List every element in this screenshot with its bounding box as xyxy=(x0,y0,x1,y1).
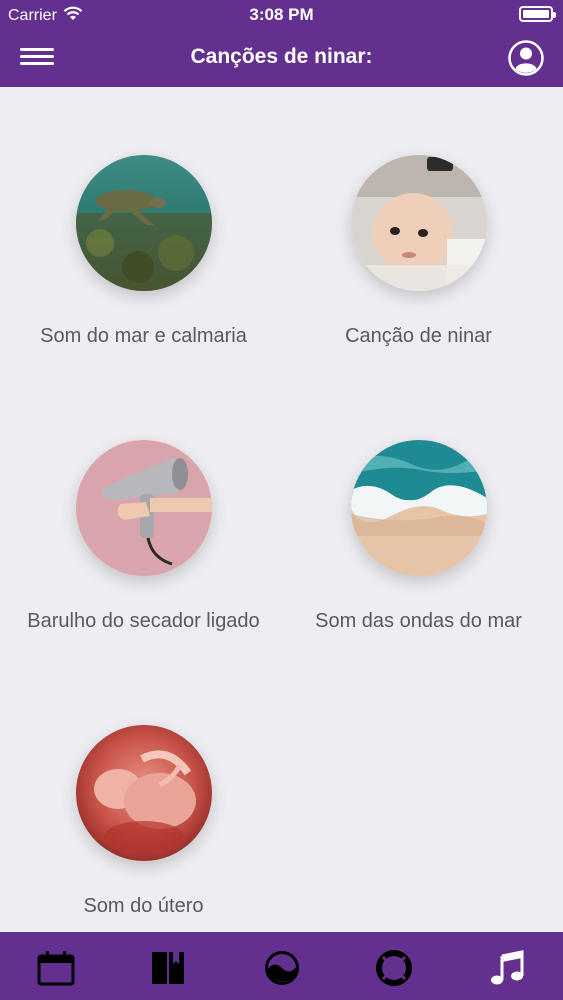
tab-bar xyxy=(0,932,563,1000)
tab-support[interactable] xyxy=(374,950,414,986)
sound-label: Canção de ninar xyxy=(345,325,492,347)
nav-bar: Canções de ninar: xyxy=(0,30,563,87)
sound-label: Som do mar e calmaria xyxy=(40,325,247,347)
status-time: 3:08 PM xyxy=(249,5,314,24)
profile-button[interactable] xyxy=(507,39,545,77)
book-icon xyxy=(152,952,184,984)
hamburger-icon xyxy=(18,48,56,65)
app-header: Carrier 3:08 PM Canções de ninar: xyxy=(0,0,563,87)
sound-item-hair-dryer[interactable]: Barulho do secador ligado xyxy=(3,440,284,633)
music-note-icon xyxy=(491,950,524,985)
tab-lullabies[interactable] xyxy=(488,950,528,986)
ocean-waves-image xyxy=(350,440,487,576)
sound-grid: Som do mar e calmaria Canção de ninar Ba… xyxy=(0,87,563,932)
sound-label: Som das ondas do mar xyxy=(315,610,522,632)
hair-dryer-image xyxy=(75,440,212,576)
tab-calendar[interactable] xyxy=(36,950,76,986)
tab-wellness[interactable] xyxy=(262,950,302,986)
calendar-icon xyxy=(37,951,75,986)
sound-item-sea-calm[interactable]: Som do mar e calmaria xyxy=(3,155,284,348)
page-title: Canções de ninar: xyxy=(190,45,373,68)
fetus-womb-image xyxy=(75,725,212,861)
baby-photo-image xyxy=(350,155,487,291)
menu-button[interactable] xyxy=(18,44,56,74)
lifebuoy-icon xyxy=(376,950,412,986)
sound-item-womb[interactable]: Som do útero xyxy=(3,725,284,918)
status-bar: Carrier 3:08 PM xyxy=(0,0,563,30)
moon-wave-icon xyxy=(265,951,299,985)
battery-icon xyxy=(519,6,556,22)
tab-book[interactable] xyxy=(148,950,188,986)
sound-label: Barulho do secador ligado xyxy=(27,610,260,632)
sound-item-sea-waves[interactable]: Som das ondas do mar xyxy=(278,440,559,633)
sound-label: Som do útero xyxy=(83,895,204,917)
sea-turtle-image xyxy=(75,155,212,291)
sound-item-lullaby[interactable]: Canção de ninar xyxy=(278,155,559,348)
user-profile-icon xyxy=(508,40,544,76)
